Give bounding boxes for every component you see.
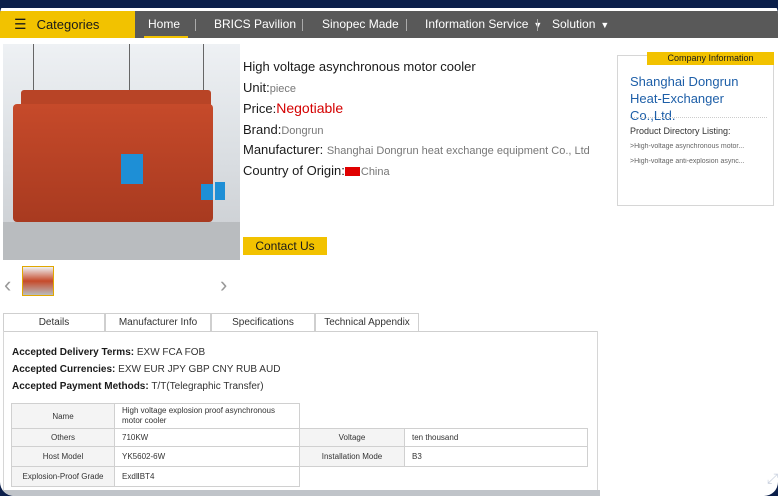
unit-row: Unit:piece <box>243 80 296 95</box>
chevron-left-icon[interactable]: ‹ <box>4 272 11 298</box>
company-info-tab: Company Information <box>647 52 774 65</box>
spec-value-name: High voltage explosion proof asynchronou… <box>114 403 300 429</box>
tab-details[interactable]: Details <box>3 313 105 332</box>
nav-item-solution[interactable]: Solution ▼ <box>552 11 609 38</box>
floor <box>3 222 240 260</box>
nav-item-solution-label: Solution <box>552 17 596 31</box>
nav-separator <box>195 19 196 31</box>
product-thumbnail[interactable] <box>22 266 54 296</box>
main-nav: ☰ Categories Home BRICS Pavilion Sinopec… <box>0 11 778 38</box>
manufacturer-value: Shanghai Dongrun heat exchange equipment… <box>326 145 590 157</box>
spec-value-installation-mode: B3 <box>404 446 588 467</box>
brand-label: Brand: <box>243 122 282 137</box>
screen-frame: ☰ Categories Home BRICS Pavilion Sinopec… <box>0 0 778 496</box>
watermark-icon: ⤢ <box>767 470 778 486</box>
brand-row: Brand:Dongrun <box>243 122 324 137</box>
nav-separator <box>537 19 538 31</box>
contact-us-button[interactable]: Contact Us <box>243 237 327 255</box>
price-label: Price: <box>243 101 277 116</box>
origin-value: China <box>360 166 390 178</box>
payment-methods-row: Accepted Payment Methods: T/T(Telegraphi… <box>12 381 264 392</box>
motor-body <box>13 104 213 222</box>
price-row: Price:Negotiable <box>243 100 343 116</box>
delivery-terms-label: Accepted Delivery Terms: <box>12 347 135 358</box>
manufacturer-label: Manufacturer: <box>243 142 324 157</box>
spec-key-host-model: Host Model <box>11 446 115 467</box>
spec-value-explosion-proof-grade: ExdⅡBT4 <box>114 466 300 487</box>
spec-key-others: Others <box>11 428 115 447</box>
payment-methods-label: Accepted Payment Methods: <box>12 381 149 392</box>
china-flag-icon <box>344 167 360 177</box>
nav-item-home[interactable]: Home <box>148 11 180 38</box>
categories-label: Categories <box>36 17 100 32</box>
nav-item-information-service[interactable]: Information Service▼ <box>425 11 542 38</box>
manufacturer-row: Manufacturer: Shanghai Dongrun heat exch… <box>243 142 590 157</box>
price-value: Negotiable <box>276 100 344 116</box>
currencies-row: Accepted Currencies: EXW EUR JPY GBP CNY… <box>12 364 280 375</box>
currencies-value: EXW EUR JPY GBP CNY RUB AUD <box>118 364 281 375</box>
divider <box>630 117 767 118</box>
nav-separator <box>406 19 407 31</box>
tab-technical-appendix[interactable]: Technical Appendix <box>315 313 419 332</box>
list-icon: ☰ <box>14 16 27 32</box>
lifting-cable <box>129 44 130 92</box>
brand-value: Dongrun <box>281 125 324 137</box>
sensor-box <box>201 184 213 200</box>
product-title: High voltage asynchronous motor cooler <box>243 59 476 74</box>
origin-label: Country of Origin: <box>243 163 345 178</box>
currencies-label: Accepted Currencies: <box>12 364 116 375</box>
caret-down-icon: ▼ <box>600 20 610 30</box>
delivery-terms-value: EXW FCA FOB <box>136 347 206 358</box>
directory-item[interactable]: >High-voltage anti-explosion async... <box>630 158 765 165</box>
origin-row: Country of Origin: China <box>243 163 390 178</box>
chevron-right-icon[interactable]: › <box>220 272 227 298</box>
tab-specifications[interactable]: Specifications <box>211 313 315 332</box>
spec-key-explosion-proof-grade: Explosion-Proof Grade <box>11 466 115 487</box>
delivery-terms-row: Accepted Delivery Terms: EXW FCA FOB <box>12 347 205 358</box>
nav-separator <box>302 19 303 31</box>
nav-item-sinopec-made[interactable]: Sinopec Made <box>322 11 399 38</box>
lifting-cable <box>203 44 204 96</box>
payment-methods-value: T/T(Telegraphic Transfer) <box>151 381 264 392</box>
spec-key-installation-mode: Installation Mode <box>299 446 405 467</box>
product-image[interactable] <box>3 44 240 260</box>
unit-label: Unit: <box>243 80 270 95</box>
product-directory-title: Product Directory Listing: <box>630 126 731 136</box>
tab-manufacturer-info[interactable]: Manufacturer Info <box>105 313 211 332</box>
spec-key-voltage: Voltage <box>299 428 405 447</box>
unit-value: piece <box>269 83 297 95</box>
sensor-box <box>215 182 225 200</box>
directory-item[interactable]: >High-voltage asynchronous motor... <box>630 143 765 150</box>
image-strip <box>0 490 600 496</box>
spec-key-name: Name <box>11 403 115 429</box>
spec-value-voltage: ten thousand <box>404 428 588 447</box>
nav-item-brics-pavilion[interactable]: BRICS Pavilion <box>214 11 296 38</box>
categories-button[interactable]: ☰ Categories <box>0 11 135 38</box>
spec-value-host-model: YK5602-6W <box>114 446 300 467</box>
nav-item-information-service-label: Information Service <box>425 17 529 31</box>
spec-value-others: 710KW <box>114 428 300 447</box>
junction-box <box>121 154 143 184</box>
active-tab-indicator <box>144 36 188 38</box>
